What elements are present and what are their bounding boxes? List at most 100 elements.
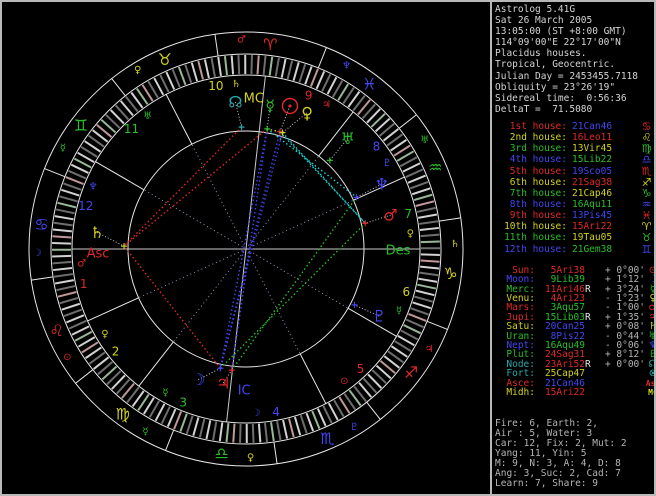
aspect-line — [219, 132, 284, 369]
house-cusp-spoke — [245, 248, 301, 355]
house-label: 1st house: — [504, 121, 567, 132]
house-number: 12 — [78, 199, 93, 213]
planet-glyph-mars: ♂ — [383, 206, 397, 225]
degree-tick — [232, 423, 236, 443]
degree-tick — [68, 319, 87, 330]
degree-tick — [59, 296, 79, 305]
degree-tick — [321, 73, 332, 92]
aspect-line — [123, 245, 221, 369]
degree-tick — [420, 240, 440, 244]
house-number: 4 — [272, 405, 280, 419]
sign-glyph-aries: ♈ — [263, 35, 277, 54]
house-cusp-value: 16Aqu11 — [572, 198, 613, 210]
degree-tick — [407, 174, 426, 184]
degree-tick — [256, 55, 260, 75]
house-ruler-icon: ♇ — [383, 158, 392, 169]
degree-tick — [173, 411, 183, 430]
sign-divider — [398, 114, 417, 129]
degree-tick — [304, 66, 313, 85]
degree-tick — [257, 423, 262, 443]
sign-divider — [111, 78, 126, 97]
planet-glyph-jupiter: ♃ — [216, 373, 230, 392]
degree-tick — [315, 71, 326, 90]
angle-label-ic: IC — [238, 384, 251, 399]
obliquity: Obliquity = 23°26'19" — [495, 81, 616, 93]
house-number: 9 — [305, 88, 313, 102]
house-row: 1st house: 21Can46 ♋ — [495, 120, 654, 133]
house-ruler-icon: ♆ — [89, 182, 98, 193]
house-cusp-value: 13Vir45 — [572, 143, 613, 155]
planet-glyph-pluto: ♇ — [372, 307, 386, 326]
sign-ruler-icon: ♇ — [350, 422, 359, 433]
sign-divider — [214, 34, 219, 57]
sidereal-time: Sidereal time: 0:56:36 — [495, 92, 627, 104]
panel-separator — [490, 2, 492, 494]
house-cusp-value: 19Sco05 — [572, 165, 613, 177]
house-number: 8 — [373, 139, 381, 153]
aspect-line — [231, 128, 268, 371]
house-cusp-value: 13Pis45 — [572, 210, 613, 222]
house-row: 12th house: 21Gem38 ♊ — [495, 243, 654, 256]
house-cusp-value: 19Tau05 — [572, 232, 613, 244]
sign-ruler-icon: ☿ — [60, 143, 66, 154]
planet-glyph-sun-dot — [288, 104, 292, 108]
house-row: 5th house: 19Sco05 ♏ — [495, 165, 654, 178]
chart-wheel-area: ♈ ♂ ♉ ♀ ♊ ☿ ♋ ☽ ♌ ⊙ ♍ ☿ ♎ ♀ ♏ ♇ ♐ ♃ ♑ ♄ ♒ ♅ ♓ ♆ 1 ♂ 2 ♀ 3 ☿ 4 ☽ 5 ⊙ 6 ☿ 7 ♀ 8 ♇… — [2, 2, 490, 494]
house-ruler-icon: ♀ — [101, 329, 108, 340]
degree-tick — [225, 423, 230, 443]
retrograde-indicator: R — [585, 311, 591, 323]
house-row: 8th house: 16Aqu11 ♒ — [495, 198, 654, 211]
house-number: 2 — [112, 345, 120, 359]
house-cusp-line — [165, 94, 193, 145]
degree-tick — [61, 302, 81, 311]
retrograde-indicator: R — [585, 283, 591, 295]
degree-tick — [52, 254, 72, 258]
sign-divider — [426, 320, 448, 330]
sign-glyph-pisces: ♓ — [362, 74, 376, 93]
degree-tick — [250, 55, 253, 75]
house-cusp-line — [299, 353, 327, 404]
retrograde-indicator: R — [585, 358, 591, 370]
planet-label: Midh: — [506, 386, 535, 398]
house-label: 8th house: — [504, 198, 567, 210]
degree-tick — [288, 418, 295, 438]
degree-tick — [166, 408, 177, 427]
house-number: 6 — [402, 285, 410, 299]
degree-tick — [415, 200, 435, 207]
degree-tick — [56, 285, 76, 292]
degree-tick — [403, 324, 422, 335]
astrolog-window: ♈ ♂ ♉ ♀ ♊ ☿ ♋ ☽ ♌ ⊙ ♍ ☿ ♎ ♀ ♏ ♇ ♐ ♃ ♑ ♄ ♒ ♅ ♓ ♆ 1 ♂ 2 ♀ 3 ☿ 4 ☽ 5 ⊙ 6 ☿ 7 ♀ 8 ♇… — [0, 0, 656, 496]
degree-tick — [198, 418, 206, 438]
degree-tick — [171, 69, 181, 88]
sign-glyph-aquarius: ♒ — [428, 158, 442, 177]
degree-tick — [405, 318, 424, 329]
house-label: 7th house: — [504, 187, 567, 199]
house-row: 6th house: 21Sag38 ♐ — [495, 176, 654, 189]
aspect-line — [123, 126, 243, 247]
degree-tick — [192, 417, 200, 436]
degree-tick — [52, 260, 72, 265]
degree-tick — [179, 413, 188, 432]
sign-glyph-gemini: ♊ — [74, 116, 88, 135]
degree-tick — [70, 163, 89, 174]
degree-tick — [412, 301, 432, 310]
degree-tick — [270, 422, 275, 442]
planet-glyph-moon: ☽ — [191, 370, 205, 389]
house-ruler-icon: ♀ — [407, 229, 414, 240]
degree-tick — [59, 195, 78, 203]
house-number: 11 — [124, 122, 139, 136]
degree-tick — [298, 63, 307, 83]
planet-position-list: Sun: 5Ari38+ 0°00'⊙Moon: 9Lib39+ 1°12'☽M… — [495, 265, 654, 398]
degree-tick — [52, 235, 72, 239]
julian-day: Julian Day = 2453455.7118 — [495, 70, 638, 82]
sign-glyph-capricorn: ♑ — [443, 264, 457, 283]
house-ruler-icon: ♂ — [77, 258, 86, 269]
house-label: 12th house: — [504, 243, 567, 255]
house-cusp-value: 21Gem38 — [572, 243, 613, 255]
sign-divider — [438, 217, 461, 222]
delta-t: DeltaT = 71.5080 — [495, 103, 593, 115]
sign-glyph-cancer: ♋ — [34, 215, 48, 234]
degree-tick — [53, 221, 73, 227]
planet-glyph-saturn: ♄ — [90, 223, 104, 242]
house-row: 10th house: 15Ari22 ♈ — [495, 220, 654, 233]
